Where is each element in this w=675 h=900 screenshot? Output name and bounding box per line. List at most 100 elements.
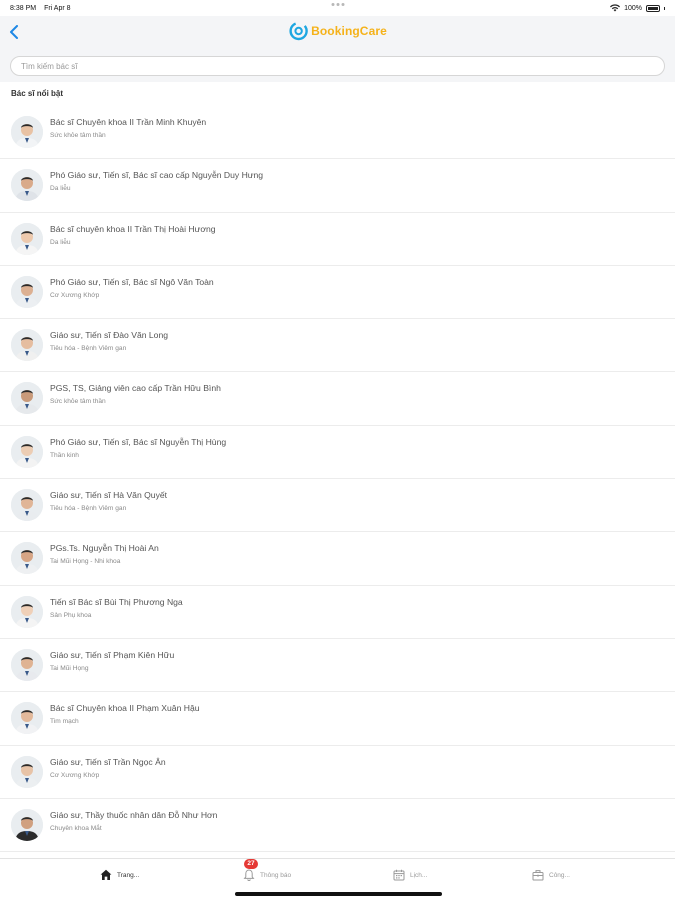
doctor-row[interactable]: Giáo sư, Tiến sĩ Hà Văn Quyết Tiêu hóa - …	[0, 479, 675, 533]
doctor-name: PGs.Ts. Nguyễn Thị Hoài An	[50, 543, 159, 554]
doctor-avatar	[11, 542, 43, 575]
doctor-photo-icon	[11, 222, 43, 255]
doctor-name: Bác sĩ Chuyên khoa II Phạm Xuân Hậu	[50, 703, 200, 714]
back-button[interactable]	[5, 22, 23, 42]
doctor-specialty: Tai Mũi Họng - Nhi khoa	[50, 558, 121, 566]
doctor-row[interactable]: Giáo sư, Tiến sĩ Phạm Kiên Hữu Tai Mũi Họ…	[0, 639, 675, 693]
doctor-avatar	[11, 275, 43, 308]
doctor-name: Phó Giáo sư, Tiến sĩ, Bác sĩ Ngô Văn Toà…	[50, 276, 214, 287]
calendar-icon	[393, 869, 405, 881]
doctor-photo-icon	[11, 275, 43, 308]
doctor-specialty: Tiêu hóa - Bệnh Viêm gan	[50, 345, 127, 353]
doctor-avatar	[11, 808, 43, 841]
home-indicator[interactable]	[235, 892, 442, 896]
search-bar	[0, 50, 675, 82]
status-time: 8:38 PM	[10, 4, 37, 12]
doctor-specialty: Cơ Xương Khớp	[50, 771, 100, 779]
tab-notifications-label: Thông báo	[260, 871, 292, 879]
doctor-photo-icon	[11, 702, 43, 735]
doctor-name: PGS, TS, Giảng viên cao cấp Trần Hữu Bìn…	[50, 383, 221, 394]
doctor-name: Bác sĩ chuyên khoa II Trần Thị Hoài Hươn…	[50, 223, 216, 234]
brand-logo: BookingCare	[288, 21, 387, 41]
doctor-row[interactable]: PGS, TS, Giảng viên cao cấp Trần Hữu Bìn…	[0, 372, 675, 426]
doctor-specialty: Sản Phụ khoa	[50, 611, 92, 619]
doctor-specialty: Thần kinh	[50, 451, 79, 459]
tab-notifications[interactable]: 27 Thông báo	[243, 859, 292, 883]
doctor-avatar	[11, 435, 43, 468]
doctor-avatar	[11, 222, 43, 255]
status-date: Fri Apr 8	[44, 4, 71, 12]
doctor-row[interactable]: Tiến sĩ Bác sĩ Bùi Thị Phương Nga Sản Phụ…	[0, 586, 675, 639]
doctor-avatar	[11, 648, 43, 681]
doctor-name: Giáo sư, Tiến sĩ Hà Văn Quyết	[50, 490, 168, 501]
doctor-specialty: Tiêu hóa - Bệnh Viêm gan	[50, 505, 127, 513]
doctor-photo-icon	[11, 755, 43, 788]
doctor-specialty: Tim mạch	[50, 718, 79, 726]
doctor-row[interactable]: Phó Giáo sư, Tiến sĩ, Bác sĩ Ngô Văn Toà…	[0, 266, 675, 320]
tab-home-label: Trang...	[117, 871, 140, 879]
notification-badge: 27	[244, 859, 258, 869]
bell-icon	[243, 869, 255, 881]
doctor-avatar	[11, 755, 43, 788]
doctor-name: Phó Giáo sư, Tiến sĩ, Bác sĩ Nguyễn Thị …	[50, 436, 227, 447]
doctor-row[interactable]: Bác sĩ chuyên khoa II Trần Thị Hoài Hươn…	[0, 213, 675, 266]
bookingcare-logo-icon	[288, 21, 308, 41]
tab-home[interactable]: Trang...	[100, 867, 139, 883]
tab-calendar-label: Lịch...	[410, 871, 428, 879]
brand-name: BookingCare	[311, 24, 387, 38]
doctor-avatar	[11, 595, 43, 628]
doctor-photo-icon	[11, 542, 43, 575]
doctor-avatar	[11, 702, 43, 735]
doctor-name: Bác sĩ Chuyên khoa II Trần Minh Khuyên	[50, 117, 207, 127]
home-icon	[100, 869, 112, 880]
doctor-photo-icon	[11, 648, 43, 681]
doctor-specialty: Cơ Xương Khớp	[50, 291, 100, 299]
doctor-name: Giáo sư, Tiến sĩ Đào Văn Long	[50, 330, 169, 341]
doctor-row[interactable]: PGs.Ts. Nguyễn Thị Hoài An Tai Mũi Họng -…	[0, 532, 675, 586]
battery-percent: 100%	[624, 4, 642, 12]
doctor-list: Bác sĩ Chuyên khoa II Trần Minh Khuyên Sứ…	[0, 106, 675, 853]
doctor-photo-icon	[11, 595, 43, 628]
doctor-name: Tiến sĩ Bác sĩ Bùi Thị Phương Nga	[50, 596, 183, 607]
doctor-specialty: Sức khỏe tâm thần	[50, 132, 106, 139]
section-title: Bác sĩ nổi bật	[11, 89, 64, 98]
battery-icon	[646, 4, 660, 12]
doctor-photo-icon	[11, 435, 43, 468]
search-input[interactable]	[10, 56, 665, 76]
tab-calendar[interactable]: Lịch...	[393, 867, 427, 883]
status-left: 8:38 PM Fri Apr 8	[10, 5, 79, 12]
doctor-photo-icon	[11, 329, 43, 362]
multitasking-dots[interactable]	[331, 3, 344, 6]
tab-tools-label: Công...	[549, 871, 570, 879]
doctor-row[interactable]: Giáo sư, Thầy thuốc nhân dân Đỗ Như Hơn C…	[0, 799, 675, 853]
chevron-left-icon	[10, 25, 18, 39]
doctor-avatar	[11, 169, 43, 202]
doctor-avatar	[11, 489, 43, 522]
doctor-specialty: Tai Mũi Họng	[50, 664, 89, 672]
doctor-avatar	[11, 382, 43, 415]
doctor-name: Giáo sư, Tiến sĩ Phạm Kiên Hữu	[50, 649, 175, 660]
doctor-row[interactable]: Giáo sư, Tiến sĩ Trần Ngọc Ân Cơ Xương Kh…	[0, 746, 675, 799]
doctor-name: Phó Giáo sư, Tiến sĩ, Bác sĩ cao cấp Ngu…	[50, 170, 264, 181]
doctor-photo-icon	[11, 382, 43, 415]
doctor-specialty: Da liễu	[50, 185, 71, 193]
doctor-avatar	[11, 329, 43, 362]
doctor-name: Giáo sư, Thầy thuốc nhân dân Đỗ Như Hơn	[50, 809, 218, 820]
doctor-photo-icon	[11, 808, 43, 841]
app-header: BookingCare	[0, 16, 675, 50]
tab-tools[interactable]: Công...	[532, 867, 570, 883]
doctor-specialty: Da liễu	[50, 238, 71, 246]
doctor-row[interactable]: Phó Giáo sư, Tiến sĩ, Bác sĩ Nguyễn Thị …	[0, 426, 675, 480]
doctor-row[interactable]: Bác sĩ Chuyên khoa II Phạm Xuân Hậu Tim m…	[0, 692, 675, 746]
doctor-photo-icon	[11, 169, 43, 202]
doctor-specialty: Chuyên khoa Mắt	[50, 824, 102, 832]
doctor-row[interactable]: Giáo sư, Tiến sĩ Đào Văn Long Tiêu hóa - …	[0, 319, 675, 373]
status-right: 100%	[610, 4, 665, 12]
doctor-avatar	[11, 116, 43, 148]
wifi-icon	[610, 4, 621, 12]
status-bar: 8:38 PM Fri Apr 8 100%	[0, 0, 675, 16]
doctor-specialty: Sức khỏe tâm thần	[50, 398, 106, 406]
doctor-row[interactable]: Bác sĩ Chuyên khoa II Trần Minh Khuyên Sứ…	[0, 106, 675, 160]
doctor-row[interactable]: Phó Giáo sư, Tiến sĩ, Bác sĩ cao cấp Ngu…	[0, 159, 675, 213]
doctor-photo-icon	[11, 116, 43, 148]
